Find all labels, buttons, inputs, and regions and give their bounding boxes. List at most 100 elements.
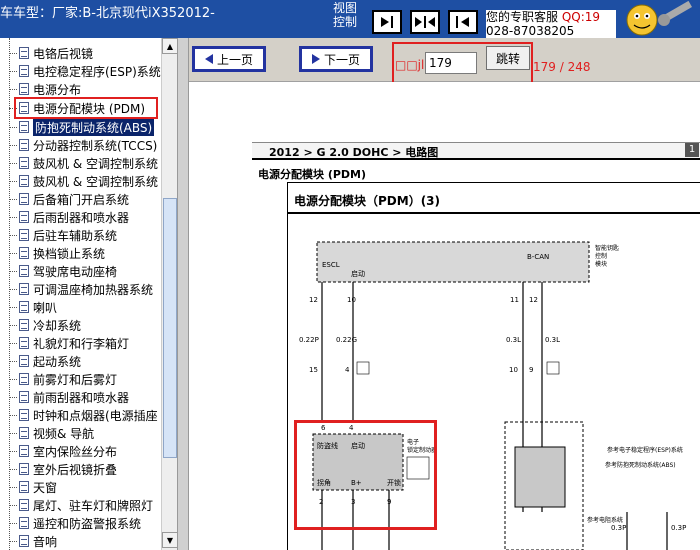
- right-ref-1: 参考电阻系统: [587, 516, 623, 524]
- tree-item-label: 室内保险丝分布: [33, 444, 118, 459]
- first-page-icon[interactable]: [372, 10, 402, 34]
- tree-item[interactable]: 鼓风机 & 空调控制系统: [0, 172, 158, 190]
- pdm-highlight-box: [14, 97, 158, 119]
- next-page-label: 下一页: [323, 52, 360, 67]
- tree-item-label: 鼓风机 & 空调控制系统: [33, 174, 158, 189]
- tree-item[interactable]: 换档锁止系统: [0, 244, 105, 262]
- prev-icon[interactable]: [448, 10, 478, 34]
- left-arrow-icon: [204, 54, 213, 64]
- mascot-logo: [618, 0, 700, 38]
- tree-item[interactable]: 后雨刮器和喷水器: [0, 208, 129, 226]
- service-text: 您的专职客服: [486, 10, 559, 24]
- tree-item[interactable]: 鼓风机 & 空调控制系统: [0, 154, 158, 172]
- wire-label-2: 0.22G: [336, 336, 357, 344]
- sidebar-scrollbar[interactable]: ▲ ▼: [161, 38, 178, 550]
- page-counter: 179 / 248: [533, 60, 591, 74]
- goto-button[interactable]: 跳转: [486, 46, 530, 70]
- tree-item-label: 视频& 导航: [33, 426, 95, 441]
- tree-item[interactable]: 喇叭: [0, 298, 57, 316]
- tree-item[interactable]: 遥控和防盗警报系统: [0, 514, 141, 532]
- scrollbar-thumb[interactable]: [163, 198, 177, 458]
- document-icon: [19, 211, 29, 223]
- document-icon: [19, 193, 29, 205]
- document-icon: [19, 229, 29, 241]
- tree-item[interactable]: 可调温座椅加热器系统: [0, 280, 153, 298]
- pdm-diagram-highlight-box: [294, 420, 437, 530]
- doc-section-title: 电源分配模块 (PDM): [258, 168, 367, 181]
- tree-item-label: 可调温座椅加热器系统: [33, 282, 154, 297]
- tree-item-label: 后备箱门开启系统: [33, 192, 130, 207]
- pin-mid-3: 10: [509, 366, 518, 374]
- right-ref-3: 参考防抱死制动系统(ABS): [605, 461, 676, 469]
- next-page-button[interactable]: 下一页: [299, 46, 373, 72]
- view-control-line-1: 视图: [333, 1, 358, 15]
- document-icon: [19, 157, 29, 169]
- tree-item[interactable]: 起动系统: [0, 352, 81, 370]
- tree-item[interactable]: 冷却系统: [0, 316, 81, 334]
- tree-item[interactable]: 室内保险丝分布: [0, 442, 117, 460]
- pane-splitter[interactable]: [177, 38, 189, 550]
- bcan-label: B-CAN: [527, 253, 549, 261]
- tree-item[interactable]: 视频& 导航: [0, 424, 94, 442]
- tree-item-label: 电铬后视镜: [33, 46, 94, 61]
- tree-item[interactable]: 电源分布: [0, 80, 81, 98]
- document-icon: [19, 499, 29, 511]
- tree-item-label: 礼貌灯和行李箱灯: [33, 336, 130, 351]
- document-icon: [19, 319, 29, 331]
- tree-item[interactable]: 后备箱门开启系统: [0, 190, 129, 208]
- vehicle-info: 车车型：厂家:B-北京现代iX352012-: [0, 6, 215, 21]
- tree-item-label: 冷却系统: [33, 318, 82, 333]
- tree-item-label: 喇叭: [33, 300, 58, 315]
- tree-item[interactable]: 音响: [0, 532, 57, 550]
- document-icon: [19, 391, 29, 403]
- document-icon: [19, 265, 29, 277]
- service-qq[interactable]: QQ:19: [562, 10, 600, 24]
- right-wire-2: 0.3P: [671, 524, 686, 532]
- document-viewer: 2012 > G 2.0 DOHC > 电路图 1 电源分配模块 (PDM) 电…: [189, 82, 700, 550]
- tree-item[interactable]: 礼貌灯和行李箱灯: [0, 334, 129, 352]
- document-icon: [19, 301, 29, 313]
- pin-top-2: 10: [347, 296, 356, 304]
- document-icon: [19, 139, 29, 151]
- smart-key-label-2: 控制: [595, 252, 607, 260]
- tree-item-label: 换档锁止系统: [33, 246, 106, 261]
- tree-item-label: 起动系统: [33, 354, 82, 369]
- tree-item[interactable]: 驾驶席电动座椅: [0, 262, 117, 280]
- tree-item-label: 后雨刮器和喷水器: [33, 210, 130, 225]
- qidong-label: 启动: [351, 269, 365, 278]
- pin-top-4: 12: [529, 296, 538, 304]
- document-icon: [19, 517, 29, 529]
- tree-item[interactable]: 室外后视镜折叠: [0, 460, 117, 478]
- tree-item[interactable]: 电控稳定程序(ESP)系统: [0, 62, 161, 80]
- tree-item[interactable]: 电铬后视镜: [0, 44, 93, 62]
- tree-item[interactable]: 分动器控制系统(TCCS): [0, 136, 157, 154]
- tree-item-label: 前雨刮器和喷水器: [33, 390, 130, 405]
- document-icon: [19, 445, 29, 457]
- tree-item[interactable]: 天窗: [0, 478, 57, 496]
- tree-item-label: 音响: [33, 534, 58, 549]
- document-icon: [19, 481, 29, 493]
- pin-mid-1: 15: [309, 366, 318, 374]
- scroll-down-icon[interactable]: ▼: [162, 532, 178, 548]
- scroll-up-icon[interactable]: ▲: [162, 38, 178, 54]
- tree-item[interactable]: 后驻车辅助系统: [0, 226, 117, 244]
- page-number-input[interactable]: [425, 52, 477, 74]
- fit-page-icon[interactable]: [410, 10, 440, 34]
- prev-page-button[interactable]: 上一页: [192, 46, 266, 72]
- page-toolbar: 上一页 下一页 □□jl 跳转 179 / 248: [189, 38, 700, 86]
- view-control-label[interactable]: 视图 控制: [333, 1, 357, 29]
- tree-item[interactable]: 前雨刮器和喷水器: [0, 388, 129, 406]
- tree-item[interactable]: 前雾灯和后雾灯: [0, 370, 117, 388]
- pin-mid-2: 4: [345, 366, 350, 374]
- wire-label-1: 0.22P: [299, 336, 319, 344]
- tree-item[interactable]: 尾灯、驻车灯和牌照灯: [0, 496, 153, 514]
- tree-item-label: 后驻车辅助系统: [33, 228, 118, 243]
- tree-item-selected[interactable]: 防抱死制动系统(ABS): [0, 118, 155, 136]
- tree-item[interactable]: 时钟和点烟器(电源插座: [0, 406, 158, 424]
- pin-top-1: 12: [309, 296, 318, 304]
- document-icon: [19, 247, 29, 259]
- escl-label: ESCL: [322, 261, 340, 269]
- smart-key-label-1: 智能钥匙: [595, 244, 619, 252]
- document-icon: [19, 83, 29, 95]
- tree-item-label: 遥控和防盗警报系统: [33, 516, 142, 531]
